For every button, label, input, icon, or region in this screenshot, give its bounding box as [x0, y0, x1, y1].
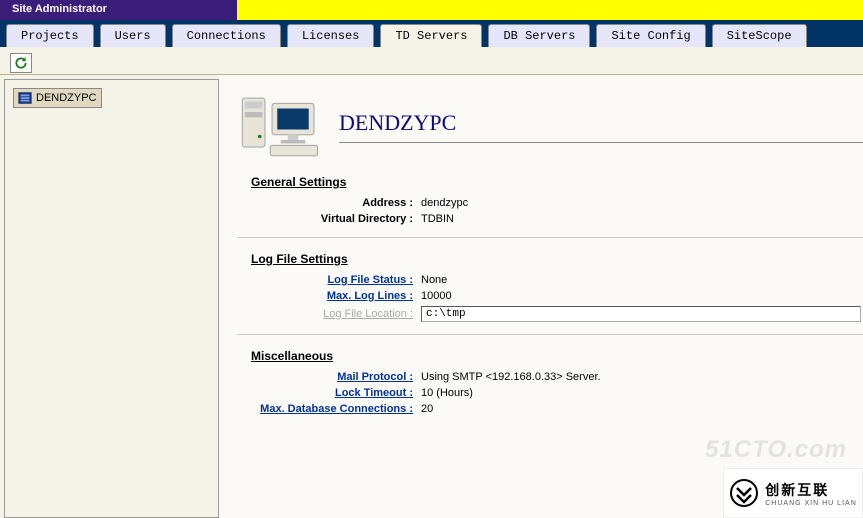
refresh-button[interactable]	[10, 53, 32, 73]
tab-licenses[interactable]: Licenses	[287, 24, 375, 47]
mail-protocol-value: Using SMTP <192.168.0.33> Server.	[421, 371, 601, 383]
toolbar	[0, 47, 863, 75]
vdir-label: Virtual Directory :	[251, 213, 421, 225]
brand-badge: 创新互联 CHUANG XIN HU LIAN	[723, 468, 863, 518]
brand-name-cn: 创新互联	[765, 480, 857, 500]
max-log-lines-value: 10000	[421, 290, 452, 302]
log-location-label: Log File Location :	[251, 308, 421, 320]
section-misc-heading: Miscellaneous	[251, 349, 863, 363]
max-log-lines-link[interactable]: Max. Log Lines :	[251, 290, 421, 302]
lock-timeout-value: 10 (Hours)	[421, 387, 473, 399]
server-icon	[18, 91, 32, 105]
mail-protocol-link[interactable]: Mail Protocol :	[251, 371, 421, 383]
tab-users[interactable]: Users	[100, 24, 166, 47]
tabs-bar: Projects Users Connections Licenses TD S…	[0, 20, 863, 47]
section-log: Log File Settings Log File Status : None…	[251, 252, 863, 322]
max-db-conn-value: 20	[421, 403, 433, 415]
log-status-value: None	[421, 274, 447, 286]
tab-projects[interactable]: Projects	[6, 24, 94, 47]
lock-timeout-link[interactable]: Lock Timeout :	[251, 387, 421, 399]
section-general-heading: General Settings	[251, 175, 863, 189]
header-bar: Site Administrator	[0, 0, 863, 20]
page-title: Site Administrator	[0, 0, 237, 20]
title-separator	[339, 142, 863, 143]
tab-db-servers[interactable]: DB Servers	[488, 24, 590, 47]
tab-site-config[interactable]: Site Config	[596, 24, 705, 47]
log-status-link[interactable]: Log File Status :	[251, 274, 421, 286]
tab-connections[interactable]: Connections	[172, 24, 281, 47]
tab-sitescope[interactable]: SiteScope	[712, 24, 807, 47]
section-general: General Settings Address : dendzypc Virt…	[251, 175, 863, 225]
tree-node-server[interactable]: DENDZYPC	[13, 88, 102, 108]
log-location-input[interactable]	[421, 306, 861, 322]
details-panel: DENDZYPC General Settings Address : dend…	[219, 75, 863, 518]
brand-logo-icon	[729, 478, 759, 508]
body: DENDZYPC DENDZYPC General Settin	[0, 75, 863, 518]
server-title: DENDZYPC	[339, 110, 863, 136]
server-header: DENDZYPC	[235, 91, 863, 161]
address-value: dendzypc	[421, 197, 468, 209]
address-label: Address :	[251, 197, 421, 209]
refresh-icon	[14, 56, 28, 70]
brand-name-pinyin: CHUANG XIN HU LIAN	[765, 500, 857, 507]
separator	[237, 334, 863, 335]
section-misc: Miscellaneous Mail Protocol : Using SMTP…	[251, 349, 863, 415]
tree-sidebar: DENDZYPC	[4, 79, 219, 518]
max-db-conn-link[interactable]: Max. Database Connections :	[251, 403, 421, 415]
computer-icon	[235, 91, 323, 161]
section-log-heading: Log File Settings	[251, 252, 863, 266]
separator	[237, 237, 863, 238]
header-accent	[237, 0, 863, 20]
tree-node-label: DENDZYPC	[36, 92, 97, 104]
tab-td-servers[interactable]: TD Servers	[380, 24, 482, 47]
vdir-value: TDBIN	[421, 213, 454, 225]
